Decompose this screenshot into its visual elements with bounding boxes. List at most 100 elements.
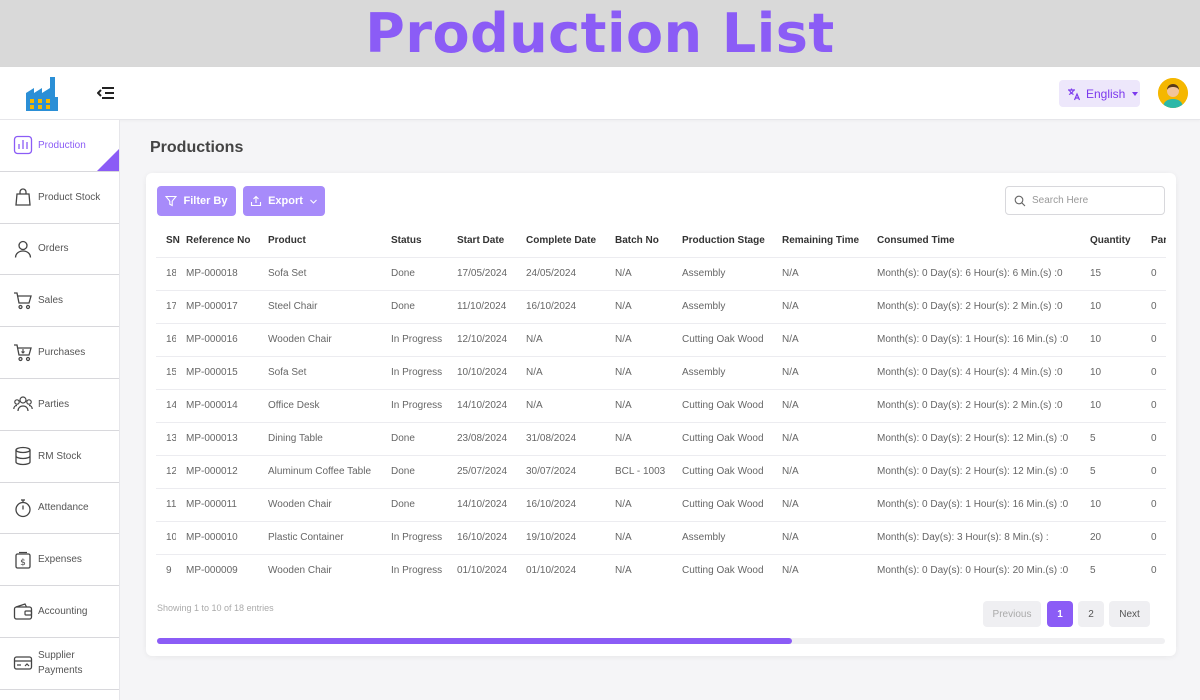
table-body: 18MP-000018Sofa SetDone17/05/202424/05/2… xyxy=(156,256,1166,587)
table-row[interactable]: 11 MP-000011 Wooden Chair Done 14/10/2024 16/… xyxy=(156,487,1166,521)
table-cell: In Progress xyxy=(381,388,447,422)
table-cell: 10 xyxy=(1080,487,1141,521)
previous-page-button[interactable]: Previous xyxy=(983,601,1041,627)
sidebar-item-orders[interactable]: Orders xyxy=(0,224,119,276)
search-input[interactable] xyxy=(1032,195,1152,206)
table-cell: N/A xyxy=(516,322,605,356)
productions-table-container: SN Reference No Product Status Start Date Com… xyxy=(156,225,1166,587)
table-row[interactable]: 15MP-000015Sofa SetIn Progress10/10/2024… xyxy=(156,355,1166,389)
table-row[interactable]: 18MP-000018Sofa SetDone17/05/202424/05/2… xyxy=(156,256,1166,290)
table-cell: N/A xyxy=(772,289,867,323)
table-cell: Assembly xyxy=(672,355,772,389)
menu-collapse-icon[interactable] xyxy=(97,84,115,102)
table-cell: 0 xyxy=(1141,388,1166,422)
money-icon: $ xyxy=(13,550,33,570)
table-cell: 14/10/2024 xyxy=(447,487,516,521)
table-cell: Steel Chair xyxy=(258,289,381,323)
horizontal-scrollbar[interactable] xyxy=(157,638,1165,644)
chevron-down-icon xyxy=(310,199,317,204)
table-cell: 17/05/2024 xyxy=(447,256,516,290)
table-cell: MP-000012 xyxy=(176,454,258,488)
table-cell: N/A xyxy=(605,256,672,290)
bar-chart-icon xyxy=(13,135,33,155)
next-page-button[interactable]: Next xyxy=(1109,601,1150,627)
table-cell: Office Desk xyxy=(258,388,381,422)
sidebar-item-label: Supplier Payments xyxy=(38,648,82,678)
sidebar-item-rm-stock[interactable]: RM Stock xyxy=(0,431,119,483)
table-row[interactable]: 9 MP-000009 Wooden Chair In Progress 01/10/2… xyxy=(156,553,1166,587)
language-selector[interactable]: English xyxy=(1059,80,1140,107)
upload-icon xyxy=(251,195,262,207)
banner-title: Production List xyxy=(365,2,835,65)
table-cell: 10/10/2024 xyxy=(447,355,516,389)
sidebar-item-sales[interactable]: Sales xyxy=(0,275,119,328)
filter-button[interactable]: Filter By xyxy=(157,186,236,216)
table-cell: Dining Table xyxy=(258,421,381,455)
table-cell: 11/10/2024 xyxy=(447,289,516,323)
table-cell: 14 xyxy=(156,388,176,422)
page-1-button[interactable]: 1 xyxy=(1047,601,1073,627)
table-cell: Wooden Chair xyxy=(258,322,381,356)
table-row[interactable]: 12MP-000012Aluminum Coffee TableDone25/0… xyxy=(156,454,1166,488)
table-cell: 10 xyxy=(156,520,176,554)
table-cell: 20 xyxy=(1080,520,1141,554)
table-cell: N/A xyxy=(605,520,672,554)
table-cell: Plastic Container xyxy=(258,520,381,554)
sidebar-item-expenses[interactable]: $ Expenses xyxy=(0,534,119,587)
table-cell: 12 xyxy=(156,454,176,488)
search-icon xyxy=(1014,195,1026,206)
table-cell: N/A xyxy=(772,520,867,554)
table-cell: Done xyxy=(381,256,447,290)
avatar[interactable] xyxy=(1158,78,1188,108)
table-cell: 16/10/2024 xyxy=(516,289,605,323)
column-header: Status xyxy=(391,235,422,247)
table-cell: 10 xyxy=(1080,322,1141,356)
table-row[interactable]: 17MP-000017Steel ChairDone11/10/202416/1… xyxy=(156,289,1166,323)
table-row[interactable]: 14MP-000014Office DeskIn Progress14/10/2… xyxy=(156,388,1166,422)
sidebar-item-supplier-payments[interactable]: Supplier Payments xyxy=(0,638,119,690)
sidebar-item-label: Sales xyxy=(38,295,64,307)
payment-card-icon xyxy=(13,653,33,673)
table-cell: Assembly xyxy=(672,520,772,554)
scrollbar-thumb[interactable] xyxy=(157,638,793,644)
database-icon xyxy=(13,446,33,466)
table-row[interactable]: 10MP-000010Plastic ContainerIn Progress1… xyxy=(156,520,1166,554)
sidebar-item-label: Parties xyxy=(38,398,70,410)
sidebar: Production Product Stock Orders Sales Pu… xyxy=(0,120,120,700)
table-cell: 31/08/2024 xyxy=(516,421,605,455)
sidebar-item-accounting[interactable]: Accounting xyxy=(0,586,119,638)
table-cell: 16 xyxy=(156,322,176,356)
sidebar-item-product-stock[interactable]: Product Stock xyxy=(0,172,119,224)
cart-purchase-icon xyxy=(13,343,33,363)
table-cell: 5 xyxy=(1080,553,1141,587)
table-cell: Assembly xyxy=(672,289,772,323)
sidebar-item-production[interactable]: Production xyxy=(0,120,119,172)
table-cell: 01/10/2024 xyxy=(447,553,516,587)
factory-logo-icon[interactable] xyxy=(24,75,60,111)
table-cell: Wooden Chair xyxy=(258,487,381,521)
sidebar-item-label: Expenses xyxy=(38,554,82,566)
table-cell: 0 xyxy=(1141,520,1166,554)
page-2-button[interactable]: 2 xyxy=(1078,601,1104,627)
sidebar-item-parties[interactable]: Parties xyxy=(0,379,119,431)
filter-button-label: Filter By xyxy=(183,195,228,207)
export-button[interactable]: Export xyxy=(243,186,325,216)
table-row[interactable]: 16MP-000016Wooden ChairIn Progress12/10/… xyxy=(156,322,1166,356)
export-button-label: Export xyxy=(268,195,303,207)
table-row[interactable]: 13MP-000013Dining TableDone23/08/202431/… xyxy=(156,421,1166,455)
entries-info: Showing 1 to 10 of 18 entries xyxy=(157,603,274,613)
search-box[interactable] xyxy=(1005,186,1165,215)
table-cell: Month(s): 0 Day(s): 4 Hour(s): 4 Min.(s)… xyxy=(867,355,1080,389)
table-cell: Done xyxy=(381,421,447,455)
table-cell: 0 xyxy=(1141,322,1166,356)
table-cell: MP-000010 xyxy=(176,520,258,554)
table-cell: 9 xyxy=(156,553,176,587)
sidebar-item-attendance[interactable]: Attendance xyxy=(0,483,119,535)
table-cell: N/A xyxy=(772,256,867,290)
sidebar-item-purchases[interactable]: Purchases xyxy=(0,327,119,379)
table-cell: In Progress xyxy=(381,553,447,587)
table-cell: N/A xyxy=(772,355,867,389)
table-cell: Sofa Set xyxy=(258,256,381,290)
user-icon xyxy=(13,239,33,259)
table-cell: N/A xyxy=(605,553,672,587)
